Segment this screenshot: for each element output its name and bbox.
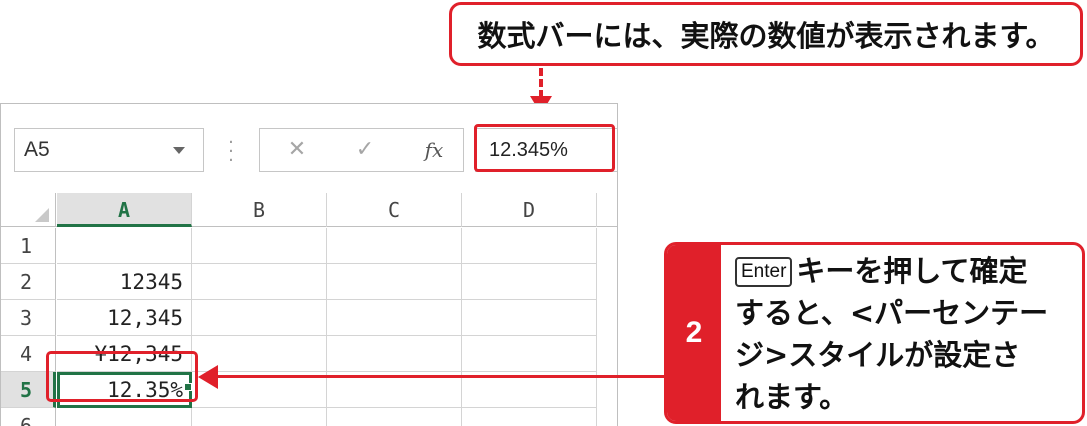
insert-function-icon[interactable]: fx xyxy=(416,129,452,173)
arrow-left-icon xyxy=(198,365,218,389)
pointer-arrow-line xyxy=(215,375,665,378)
column-header-row: A B C D xyxy=(1,193,617,227)
cell-b6[interactable] xyxy=(192,408,327,426)
cell-b2[interactable] xyxy=(192,264,327,300)
annotation-text-top: 数式バーには、実際の数値が表示されます。 xyxy=(477,19,1055,53)
step-line-4: れます。 xyxy=(735,380,849,414)
cell-highlight-box xyxy=(46,351,198,402)
cell-d4[interactable] xyxy=(462,336,597,372)
cell-b1[interactable] xyxy=(192,228,327,264)
cell-b3[interactable] xyxy=(192,300,327,336)
grip-dots-icon[interactable]: · · · xyxy=(226,134,236,170)
cell-d2[interactable] xyxy=(462,264,597,300)
select-all-button[interactable] xyxy=(1,193,56,227)
step-callout: 2 Enter キーを押して確定 すると、<パーセンテー ジ>スタイルが設定さ れ… xyxy=(664,242,1085,424)
step-line-3: ジ>スタイルが設定さ xyxy=(735,338,1021,372)
column-header-c[interactable]: C xyxy=(327,193,462,227)
cell-c4[interactable] xyxy=(327,336,462,372)
formula-highlight-box xyxy=(474,124,615,172)
row-header-6[interactable]: 6 xyxy=(1,408,56,426)
annotation-callout-top: 数式バーには、実際の数値が表示されます。 xyxy=(449,2,1083,66)
row-header-3[interactable]: 3 xyxy=(1,300,56,336)
cell-c2[interactable] xyxy=(327,264,462,300)
enter-key-icon: Enter xyxy=(735,257,793,287)
name-box-value: A5 xyxy=(24,138,50,161)
check-icon[interactable]: ✓ xyxy=(350,129,380,173)
cell-a3[interactable]: 12,345 xyxy=(57,300,192,336)
dashed-connector xyxy=(539,68,543,98)
step-line-1: キーを押して確定 xyxy=(796,254,1028,288)
cell-c1[interactable] xyxy=(327,228,462,264)
formula-buttons: ✕ ✓ fx xyxy=(259,128,464,172)
cancel-icon[interactable]: ✕ xyxy=(282,129,312,173)
step-number-badge: 2 xyxy=(667,245,721,421)
step-instructions: Enter キーを押して確定 すると、<パーセンテー ジ>スタイルが設定さ れます… xyxy=(735,250,1082,418)
cell-d1[interactable] xyxy=(462,228,597,264)
cell-d6[interactable] xyxy=(462,408,597,426)
column-header-a[interactable]: A xyxy=(57,193,192,227)
cell-a2[interactable]: 12345 xyxy=(57,264,192,300)
column-header-b[interactable]: B xyxy=(192,193,327,227)
column-header-d[interactable]: D xyxy=(462,193,597,227)
chevron-down-icon[interactable] xyxy=(173,147,185,154)
cell-d3[interactable] xyxy=(462,300,597,336)
row-header-2[interactable]: 2 xyxy=(1,264,56,300)
step-line-2: すると、<パーセンテー xyxy=(735,296,1049,330)
cell-c6[interactable] xyxy=(327,408,462,426)
name-box[interactable]: A5 xyxy=(14,128,204,172)
row-header-1[interactable]: 1 xyxy=(1,228,56,264)
cell-c3[interactable] xyxy=(327,300,462,336)
select-all-icon xyxy=(35,208,49,222)
cell-a6[interactable] xyxy=(57,408,192,426)
cell-a1[interactable] xyxy=(57,228,192,264)
